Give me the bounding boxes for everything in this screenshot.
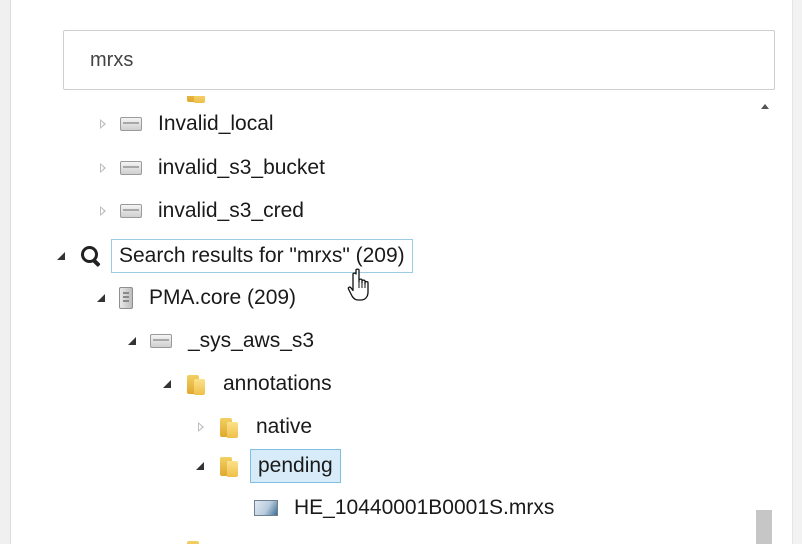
scrollbar-thumb[interactable] (756, 510, 772, 544)
drive-icon (120, 204, 142, 218)
folder-icon (218, 455, 240, 477)
tree-scrollbar[interactable] (755, 92, 775, 544)
tree-item-invalid-s3-cred[interactable]: invalid_s3_cred (96, 193, 310, 229)
collapse-arrow-icon[interactable] (194, 459, 208, 473)
left-border (0, 0, 11, 544)
collapse-arrow-icon[interactable] (95, 291, 109, 305)
expand-arrow-icon[interactable] (96, 204, 110, 218)
server-icon (119, 287, 133, 309)
drive-icon (120, 161, 142, 175)
tree-item-label: PMA.core (209) (149, 286, 297, 309)
tree-item-pma-core[interactable]: PMA.core (209) (95, 280, 302, 316)
tree-item-label: annotations (223, 372, 332, 395)
expand-arrow-icon[interactable] (96, 161, 110, 175)
search-icon (79, 245, 101, 267)
tree-item-label: native (256, 415, 313, 438)
tree-item-label: pending (250, 449, 341, 483)
drive-icon (120, 117, 142, 131)
slide-image-icon (254, 500, 278, 516)
drive-icon (150, 334, 172, 348)
folder-tree: Invalid_local invalid_s3_bucket invalid_… (11, 0, 751, 544)
folder-icon (185, 96, 207, 103)
right-border (793, 0, 802, 544)
tree-item-invalid-s3-bucket[interactable]: invalid_s3_bucket (96, 150, 331, 186)
tree-item-annotations[interactable]: annotations (161, 366, 338, 402)
tree-panel: Invalid_local invalid_s3_bucket invalid_… (11, 0, 793, 544)
tree-item-pending[interactable]: pending (194, 448, 341, 484)
folder-icon (185, 539, 207, 544)
tree-item-label: _sys_aws_s3 (188, 329, 315, 352)
tree-item-label: invalid_s3_bucket (158, 156, 325, 179)
tree-item-invalid-local[interactable]: Invalid_local (96, 106, 280, 142)
tree-item-label: invalid_s3_cred (158, 199, 304, 222)
tree-item-native[interactable]: native (194, 409, 318, 445)
scroll-up-arrow-icon[interactable] (755, 98, 775, 116)
tree-item-slide-file[interactable]: HE_10440001B0001S.mrxs (254, 490, 560, 526)
folder-icon (218, 416, 240, 438)
tree-item-label: Invalid_local (158, 112, 274, 135)
tree-item-label: HE_10440001B0001S.mrxs (294, 496, 555, 519)
collapse-arrow-icon[interactable] (55, 249, 69, 263)
tree-item-sys-aws-s3[interactable]: _sys_aws_s3 (126, 323, 320, 359)
tree-row-clipped-bottom (161, 532, 217, 544)
hand-pointer-icon (347, 268, 369, 301)
expand-arrow-icon[interactable] (96, 117, 110, 131)
tree-row-clipped (185, 74, 217, 110)
collapse-arrow-icon[interactable] (161, 377, 175, 391)
folder-icon (185, 373, 207, 395)
expand-arrow-icon[interactable] (194, 420, 208, 434)
collapse-arrow-icon[interactable] (126, 334, 140, 348)
